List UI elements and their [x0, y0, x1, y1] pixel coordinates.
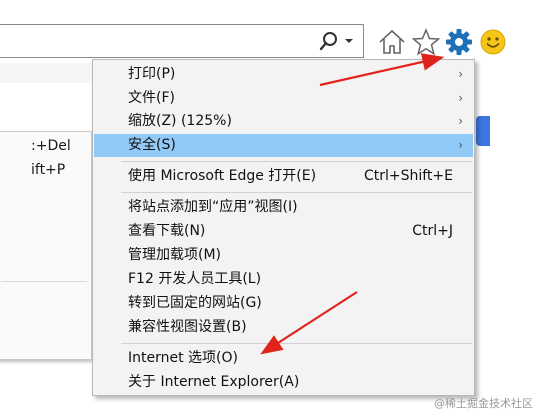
submenu-item[interactable]: ift+P: [31, 162, 65, 178]
menu-item-label: F12 开发人员工具(L): [128, 271, 262, 287]
menu-item-shortcut: Ctrl+Shift+E: [363, 168, 453, 184]
menu-divider: [121, 192, 472, 193]
menu-item-about-ie[interactable]: 关于 Internet Explorer(A): [94, 371, 473, 394]
menu-divider: [121, 161, 472, 162]
page-blue-button-edge: [476, 116, 490, 146]
address-bar[interactable]: [0, 24, 364, 58]
submenu-arrow-icon: ›: [458, 138, 463, 152]
favorites-star-icon[interactable]: [411, 27, 441, 57]
settings-gear-icon[interactable]: [444, 27, 474, 57]
menu-item-security[interactable]: 安全(S) ›: [94, 134, 473, 157]
menu-divider: [121, 343, 472, 344]
menu-item-add-site-to-apps[interactable]: 将站点添加到“应用”视图(I): [94, 196, 473, 219]
menu-item-compatibility-view[interactable]: 兼容性视图设置(B): [94, 316, 473, 339]
feedback-smiley-icon[interactable]: [478, 27, 508, 57]
menu-item-label: 打印(P): [128, 66, 176, 82]
menu-item-label: 将站点添加到“应用”视图(I): [128, 199, 298, 215]
menu-item-manage-addons[interactable]: 管理加载项(M): [94, 244, 473, 267]
menu-item-label: 使用 Microsoft Edge 打开(E): [128, 168, 317, 184]
watermark: @稀土掘金技术社区: [434, 397, 533, 410]
home-icon[interactable]: [377, 27, 407, 57]
page-background-strip: [0, 63, 100, 83]
menu-item-zoom[interactable]: 缩放(Z) (125%) ›: [94, 110, 473, 133]
menu-item-shortcut: Ctrl+J: [412, 223, 453, 239]
menu-item-file[interactable]: 文件(F) ›: [94, 87, 473, 110]
menu-item-open-in-edge[interactable]: 使用 Microsoft Edge 打开(E) Ctrl+Shift+E: [94, 165, 473, 188]
menu-item-view-downloads[interactable]: 查看下载(N) Ctrl+J: [94, 220, 473, 243]
submenu-arrow-icon: ›: [458, 67, 463, 81]
search-icon[interactable]: [318, 30, 340, 52]
menu-item-label: 查看下载(N): [128, 223, 206, 239]
security-submenu: :+Del ift+P: [0, 131, 92, 360]
menu-item-label: 文件(F): [128, 90, 175, 106]
submenu-divider: [1, 281, 87, 282]
menu-item-label: 安全(S): [128, 137, 176, 153]
menu-item-f12-dev-tools[interactable]: F12 开发人员工具(L): [94, 268, 473, 291]
menu-item-label: 缩放(Z) (125%): [128, 113, 232, 129]
menu-item-print[interactable]: 打印(P) ›: [94, 63, 473, 86]
submenu-arrow-icon: ›: [458, 91, 463, 105]
menu-item-label: 转到已固定的网站(G): [128, 295, 262, 311]
menu-item-label: 关于 Internet Explorer(A): [128, 374, 300, 390]
menu-item-pinned-sites[interactable]: 转到已固定的网站(G): [94, 292, 473, 315]
submenu-item[interactable]: :+Del: [31, 138, 71, 154]
dropdown-caret-icon[interactable]: [343, 36, 355, 46]
menu-item-label: Internet 选项(O): [128, 350, 238, 366]
submenu-arrow-icon: ›: [458, 114, 463, 128]
menu-item-label: 管理加载项(M): [128, 247, 222, 263]
menu-item-label: 兼容性视图设置(B): [128, 319, 247, 335]
menu-item-internet-options[interactable]: Internet 选项(O): [94, 347, 473, 370]
tools-menu: 打印(P) › 文件(F) › 缩放(Z) (125%) › 安全(S) › 使…: [92, 59, 475, 396]
